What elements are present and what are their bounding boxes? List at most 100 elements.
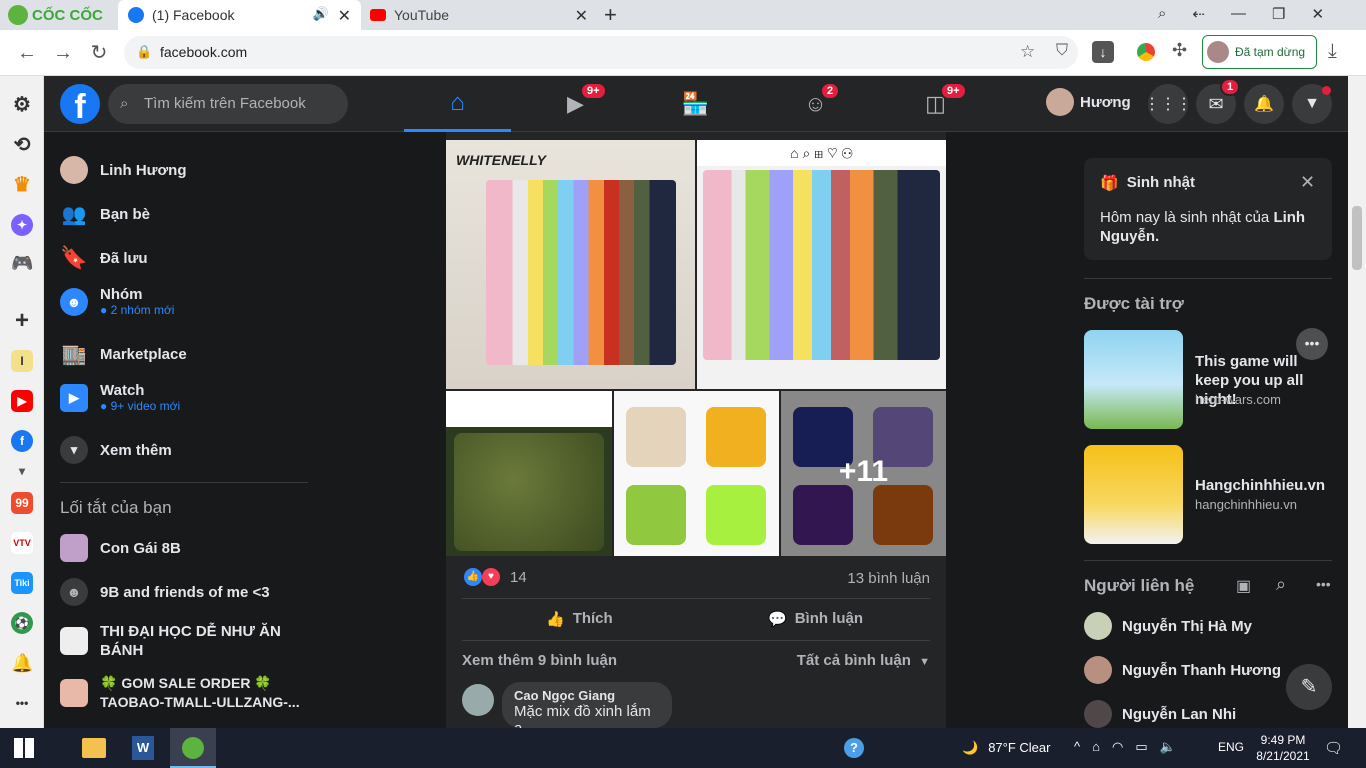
weather[interactable]: 🌙 87°F Clear [962, 740, 1050, 756]
tab-search-icon[interactable]: ⌕ [1158, 5, 1166, 23]
shortcut-item[interactable]: 🍀 GOM SALE ORDER 🍀 TAOBAO-TMALL-ULLZANG-… [60, 674, 310, 712]
crown-icon[interactable]: ♛ [11, 174, 33, 196]
nav-watch[interactable]: ▶ 9+ [522, 76, 629, 132]
messenger-icon[interactable]: ✦ [11, 214, 33, 236]
language-indicator[interactable]: ENG [1218, 740, 1244, 754]
more-icon[interactable]: ••• [11, 692, 33, 714]
football-icon[interactable]: ⚽ [11, 612, 33, 634]
coccoc-taskbar-icon[interactable] [170, 728, 216, 768]
nav-marketplace[interactable]: 🏬 Marketplace [60, 340, 187, 368]
like-button[interactable]: 👍 Thích [546, 610, 613, 628]
reactions[interactable]: 👍 ♥ 14 [464, 568, 527, 586]
minimize-button[interactable]: — [1231, 5, 1246, 23]
downloads-icon[interactable]: ⤓ [1328, 40, 1337, 63]
shield-icon[interactable]: ⛉ [1056, 42, 1068, 60]
facebook-icon[interactable]: f [11, 430, 33, 452]
clock[interactable]: 9:49 PM 8/21/2021 [1252, 732, 1314, 764]
tiki-icon[interactable]: Tiki [11, 572, 33, 594]
post-photo[interactable] [614, 391, 779, 556]
post-photo[interactable] [446, 391, 612, 556]
shortcut-item[interactable]: Con Gái 8B [60, 534, 181, 562]
shopee-icon[interactable]: 99 [11, 492, 33, 514]
coccoc-logo[interactable]: CỐC CỐC [8, 5, 103, 25]
new-message-button[interactable]: ✎ [1286, 664, 1332, 710]
chevron-up-icon[interactable]: ^ [1074, 739, 1080, 755]
nav-groups[interactable]: ☻ Nhóm ● 2 nhóm mới [60, 286, 174, 317]
back-arrow-icon[interactable]: ⇠ [1192, 5, 1205, 23]
comment-button[interactable]: 💬 Bình luận [768, 610, 863, 628]
ad-item[interactable]: Hangchinhhieu.vn hangchinhhieu.vn [1084, 445, 1332, 545]
forward-button[interactable]: → [50, 40, 76, 66]
video-call-icon[interactable]: ▣ [1236, 576, 1251, 596]
search-input[interactable]: ⌕ Tìm kiếm trên Facebook [108, 84, 348, 124]
bell-icon[interactable]: 🔔 [11, 652, 33, 674]
contact-item[interactable]: Nguyễn Thị Hà My [1084, 612, 1252, 640]
extension-chrome-icon[interactable] [1137, 43, 1155, 61]
post-photo[interactable]: ⌂ ⌕ ⊞ ♡ ⚇ [697, 140, 946, 389]
photo-grid[interactable]: WHITENELLY ⌂ ⌕ ⊞ ♡ ⚇ +11 [446, 140, 946, 556]
download-icon[interactable]: ↓ [1092, 41, 1114, 63]
reload-button[interactable]: ↻ [86, 40, 112, 66]
speaker-icon[interactable]: 🔊 [313, 6, 329, 22]
search-icon[interactable]: ⌕ [1276, 574, 1286, 595]
shortcut-item[interactable]: THI ĐẠI HỌC DỄ NHƯ ĂN BÁNH [60, 622, 290, 660]
maximize-button[interactable]: ❐ [1272, 5, 1285, 23]
contact-item[interactable]: Nguyễn Lan Nhi [1084, 700, 1236, 728]
nav-saved[interactable]: 🔖 Đã lưu [60, 244, 147, 272]
volume-icon[interactable]: 🔈 [1160, 739, 1176, 755]
view-more-comments-link[interactable]: Xem thêm 9 bình luận [462, 652, 617, 669]
post-photo[interactable]: WHITENELLY [446, 140, 695, 389]
close-tab-icon[interactable]: ✕ [338, 6, 351, 26]
nav-marketplace[interactable]: 🏪 [642, 76, 749, 132]
post-photo-more[interactable]: +11 [781, 391, 946, 556]
profile-paused-button[interactable]: Đã tạm dừng [1202, 35, 1317, 69]
menu-grid-button[interactable]: ⋮⋮⋮ [1144, 84, 1192, 124]
settings-gear-icon[interactable]: ⚙ [11, 94, 33, 116]
back-button[interactable]: ← [14, 40, 40, 66]
system-tray-icons[interactable]: ^ ⌂ ◠ ▭ 🔈 [1074, 739, 1176, 755]
ad-item[interactable]: This game will keep you up all night! he… [1084, 330, 1332, 430]
tab-facebook[interactable]: (1) Facebook 🔊 ✕ [118, 0, 361, 30]
account-menu-button[interactable]: ▼ [1292, 84, 1332, 124]
contact-item[interactable]: Nguyễn Thanh Hương [1084, 656, 1281, 684]
comment-sort-dropdown[interactable]: Tất cả bình luận ▼ [797, 652, 930, 669]
tab-youtube[interactable]: YouTube ✕ [362, 0, 598, 30]
more-options-icon[interactable]: ••• [1316, 576, 1331, 592]
nav-friends[interactable]: 👥 Bạn bè [60, 200, 150, 228]
close-icon[interactable]: ✕ [1300, 172, 1315, 193]
comment-author[interactable]: Cao Ngọc Giang [514, 688, 660, 703]
youtube-icon[interactable]: ▶ [11, 390, 33, 412]
nav-groups[interactable]: ☺ 2 [762, 76, 869, 132]
nav-watch[interactable]: ▶ Watch ● 9+ video mới [60, 382, 180, 413]
notifications-button[interactable]: 🔔 [1244, 84, 1284, 124]
history-icon[interactable]: ⟲ [11, 134, 33, 156]
nav-see-more[interactable]: ▾ Xem thêm [60, 436, 172, 464]
facebook-logo-icon[interactable]: f [60, 84, 100, 126]
nav-profile[interactable]: Linh Hương [60, 156, 187, 184]
windows-start-icon[interactable] [14, 738, 34, 758]
help-icon[interactable]: ? [844, 738, 864, 758]
notes-icon[interactable]: I [11, 350, 33, 372]
new-tab-button[interactable]: + [604, 2, 617, 28]
vtv-icon[interactable]: VTV [11, 532, 33, 554]
comment-avatar[interactable] [462, 684, 494, 716]
battery-icon[interactable]: ▭ [1135, 739, 1147, 755]
shortcut-item[interactable]: ☻ 9B and friends of me <3 [60, 578, 270, 606]
nav-home[interactable]: ⌂ [404, 76, 511, 132]
close-tab-icon[interactable]: ✕ [575, 6, 588, 26]
page-scrollbar[interactable] [1348, 76, 1366, 728]
scrollbar-thumb[interactable] [1352, 206, 1362, 270]
profile-button[interactable]: Hương [1046, 88, 1131, 116]
network-icon[interactable]: ⌂ [1092, 739, 1100, 755]
extensions-puzzle-icon[interactable]: ✣ [1172, 40, 1187, 61]
star-icon[interactable]: ☆ [1020, 42, 1035, 62]
wifi-icon[interactable]: ◠ [1112, 739, 1123, 755]
notification-center-icon[interactable]: 🗨 [1324, 739, 1343, 757]
file-explorer-icon[interactable] [82, 738, 106, 758]
messenger-button[interactable]: ✉ 1 [1196, 78, 1241, 124]
close-window-button[interactable]: ✕ [1311, 5, 1324, 23]
add-icon[interactable]: + [11, 309, 33, 333]
chevron-down-icon[interactable]: ▾ [11, 460, 33, 482]
address-bar[interactable]: 🔒 facebook.com ☆ ⛉ [124, 36, 1078, 69]
word-icon[interactable]: W [132, 736, 154, 760]
